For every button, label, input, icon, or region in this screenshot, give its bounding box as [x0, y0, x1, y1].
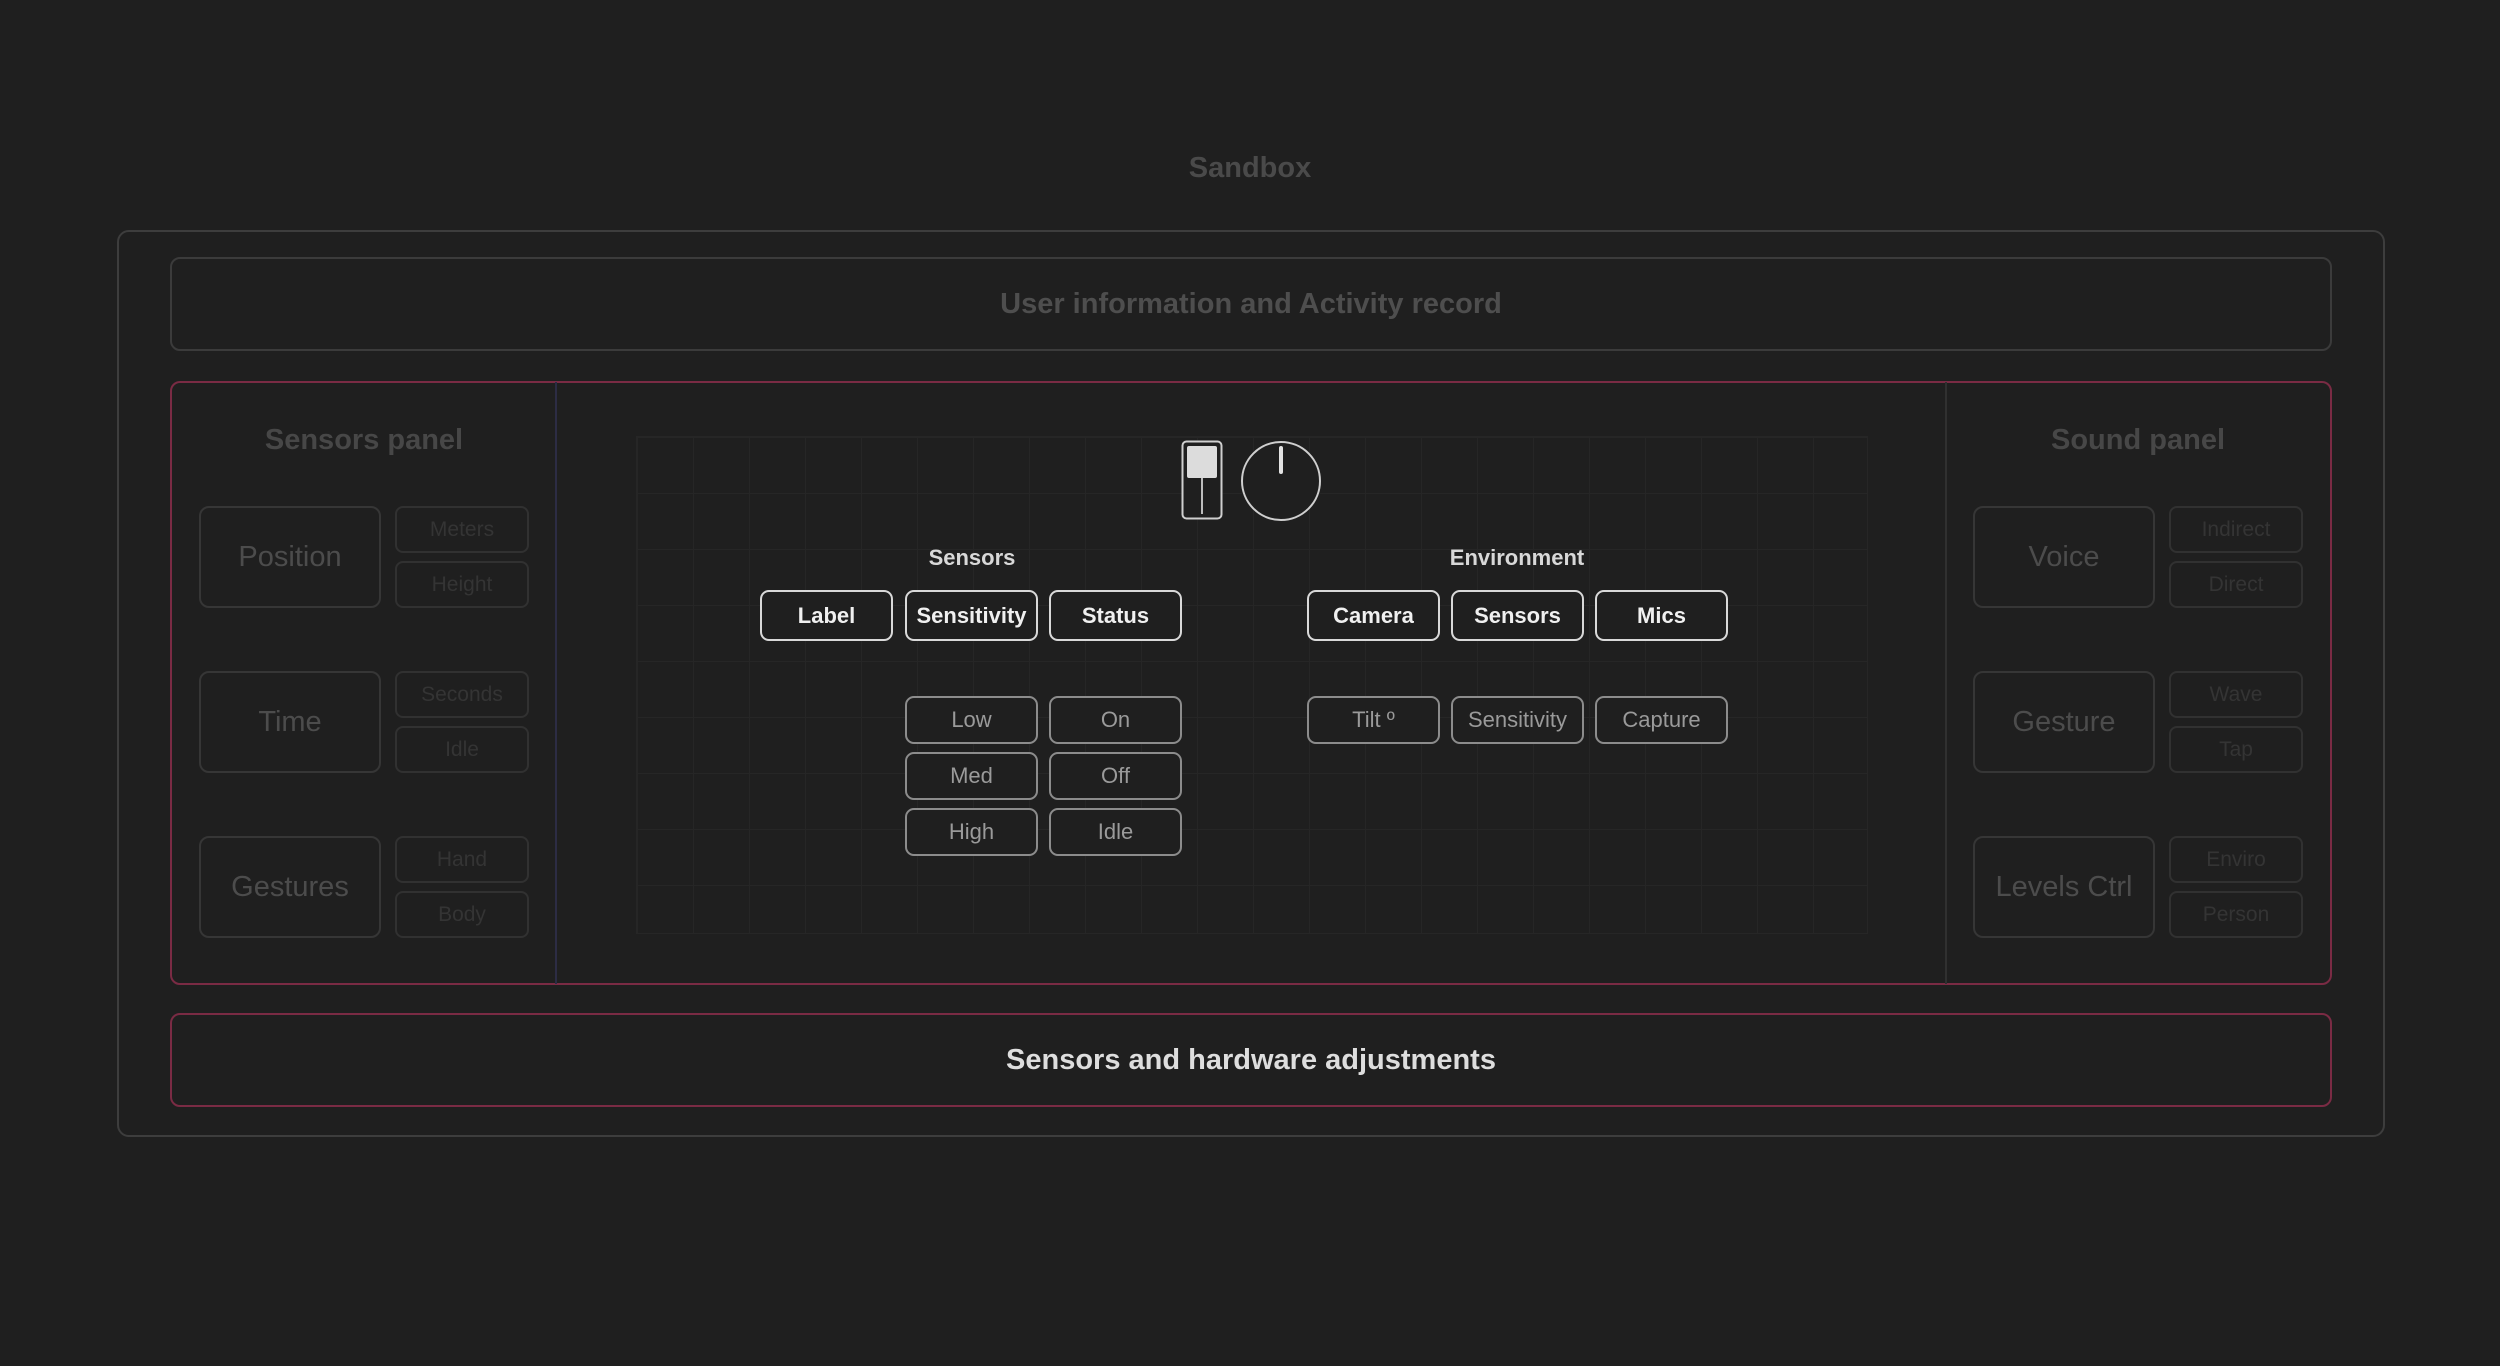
sensors-group-label: Sensors — [928, 545, 1016, 570]
meters-option[interactable]: Meters — [395, 506, 529, 553]
camera-header-button[interactable]: Camera — [1307, 590, 1440, 641]
user-activity-label: User information and Activity record — [1000, 287, 1502, 320]
status-header-button[interactable]: Status — [1049, 590, 1182, 641]
sensors-header-button[interactable]: Sensors — [1451, 590, 1584, 641]
environment-group-label: Environment — [1449, 545, 1585, 570]
slider-thumb[interactable] — [1187, 446, 1217, 478]
hardware-adjustments-label: Sensors and hardware adjustments — [1006, 1043, 1496, 1076]
sensitivity-header-button[interactable]: Sensitivity — [905, 590, 1038, 641]
sound-panel-title: Sound panel — [2051, 424, 2225, 456]
indirect-option[interactable]: Indirect — [2169, 506, 2303, 553]
status-idle-button[interactable]: Idle — [1049, 808, 1182, 856]
hand-option[interactable]: Hand — [395, 836, 529, 883]
enviro-option[interactable]: Enviro — [2169, 836, 2303, 883]
sensitivity-high-button[interactable]: High — [905, 808, 1038, 856]
tilt-button[interactable]: Tilt º — [1307, 696, 1440, 744]
sensors-panel-title: Sensors panel — [264, 424, 464, 456]
slider-control[interactable] — [1181, 440, 1223, 520]
sensitivity-med-button[interactable]: Med — [905, 752, 1038, 800]
env-sensitivity-button[interactable]: Sensitivity — [1451, 696, 1584, 744]
idle-option[interactable]: Idle — [395, 726, 529, 773]
height-option[interactable]: Height — [395, 561, 529, 608]
mics-header-button[interactable]: Mics — [1595, 590, 1728, 641]
tap-option[interactable]: Tap — [2169, 726, 2303, 773]
user-activity-bar[interactable]: User information and Activity record — [170, 257, 2332, 351]
page-title: Sandbox — [1188, 152, 1312, 184]
gesture-cell[interactable]: Gesture — [1973, 671, 2155, 773]
knob-control[interactable] — [1240, 440, 1322, 522]
levels-ctrl-cell[interactable]: Levels Ctrl — [1973, 836, 2155, 938]
body-option[interactable]: Body — [395, 891, 529, 938]
sensitivity-low-button[interactable]: Low — [905, 696, 1038, 744]
hardware-adjustments-bar[interactable]: Sensors and hardware adjustments — [170, 1013, 2332, 1107]
label-header-button[interactable]: Label — [760, 590, 893, 641]
capture-button[interactable]: Capture — [1595, 696, 1728, 744]
person-option[interactable]: Person — [2169, 891, 2303, 938]
gestures-cell[interactable]: Gestures — [199, 836, 381, 938]
time-cell[interactable]: Time — [199, 671, 381, 773]
direct-option[interactable]: Direct — [2169, 561, 2303, 608]
voice-cell[interactable]: Voice — [1973, 506, 2155, 608]
status-off-button[interactable]: Off — [1049, 752, 1182, 800]
status-on-button[interactable]: On — [1049, 696, 1182, 744]
position-cell[interactable]: Position — [199, 506, 381, 608]
wave-option[interactable]: Wave — [2169, 671, 2303, 718]
seconds-option[interactable]: Seconds — [395, 671, 529, 718]
